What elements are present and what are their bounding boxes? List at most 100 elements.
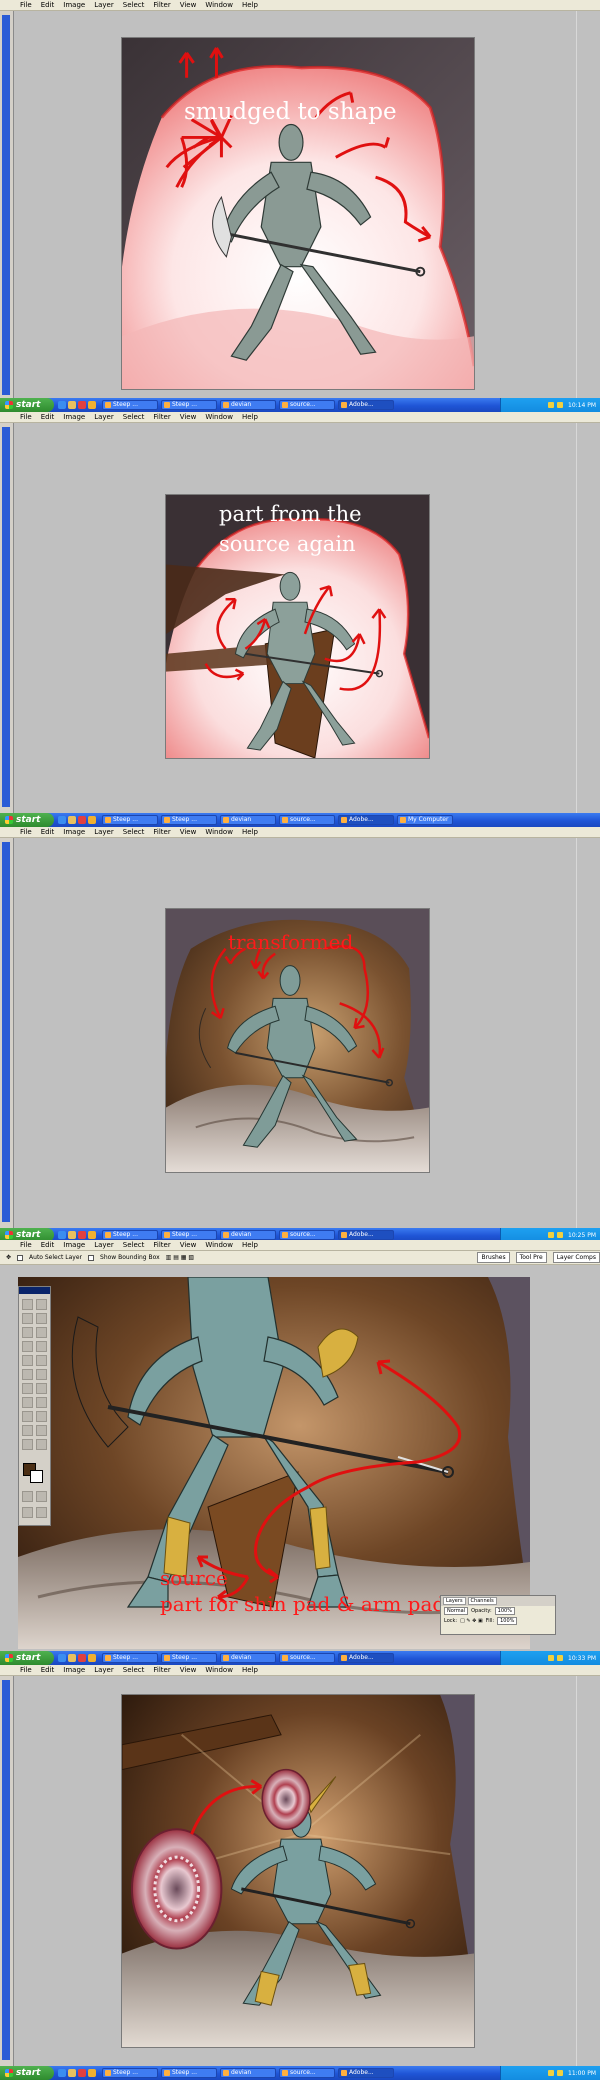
menu-image[interactable]: Image (63, 1240, 85, 1251)
artwork-canvas[interactable]: smudged to shape (121, 37, 475, 390)
desktop-icon[interactable] (68, 2069, 76, 2077)
background-color-swatch[interactable] (30, 1470, 43, 1483)
tray-network-icon[interactable] (548, 1232, 554, 1238)
desktop-icon[interactable] (68, 816, 76, 824)
tray-volume-icon[interactable] (557, 1232, 563, 1238)
menu-file[interactable]: File (20, 412, 32, 423)
start-button[interactable]: start (0, 1651, 54, 1665)
start-button[interactable]: start (0, 813, 54, 827)
menu-layer[interactable]: Layer (94, 1665, 114, 1676)
menu-edit[interactable]: Edit (41, 412, 55, 423)
menu-window[interactable]: Window (205, 1240, 233, 1251)
auto-select-checkbox[interactable] (17, 1254, 24, 1261)
blur-tool-icon[interactable] (22, 1383, 33, 1394)
menu-view[interactable]: View (180, 0, 197, 11)
taskbar-button-adobe[interactable]: Adobe... (338, 400, 394, 410)
slice-tool-icon[interactable] (36, 1327, 47, 1338)
taskbar-button-steep-2[interactable]: Steep ... (161, 2068, 217, 2078)
zoom-tool-icon[interactable] (36, 1439, 47, 1450)
taskbar-button-source[interactable]: source... (279, 400, 335, 410)
taskbar-button-source[interactable]: source... (279, 2068, 335, 2078)
eyedropper-tool-icon[interactable] (36, 1425, 47, 1436)
menu-filter[interactable]: Filter (153, 1665, 170, 1676)
quick-mask-icon[interactable] (22, 1491, 33, 1502)
palette-tab-brushes[interactable]: Brushes (477, 1252, 510, 1263)
taskbar-button-devian[interactable]: devian (220, 815, 276, 825)
lock-icons[interactable]: □ ✎ ✥ ▣ (460, 1618, 483, 1624)
menu-layer[interactable]: Layer (94, 1240, 114, 1251)
screen-mode-icon[interactable] (22, 1507, 33, 1518)
menu-filter[interactable]: Filter (153, 827, 170, 838)
menu-window[interactable]: Window (205, 1665, 233, 1676)
palette-tab-layer-comps[interactable]: Layer Comps (552, 1252, 600, 1263)
taskbar-button-adobe[interactable]: Adobe... (338, 2068, 394, 2078)
menu-image[interactable]: Image (63, 1665, 85, 1676)
standard-mode-icon[interactable] (36, 1491, 47, 1502)
menu-image[interactable]: Image (63, 827, 85, 838)
tool-palette-titlebar[interactable] (19, 1287, 50, 1294)
tray-network-icon[interactable] (548, 402, 554, 408)
tray-volume-icon[interactable] (557, 1655, 563, 1661)
jump-to-imageready-icon[interactable] (36, 1507, 47, 1518)
media-icon[interactable] (78, 2069, 86, 2077)
move-tool-icon[interactable]: ✥ (6, 1254, 11, 1261)
media-icon[interactable] (78, 816, 86, 824)
menu-view[interactable]: View (180, 1240, 197, 1251)
menu-view[interactable]: View (180, 1665, 197, 1676)
desktop-icon[interactable] (68, 401, 76, 409)
menu-edit[interactable]: Edit (41, 1665, 55, 1676)
taskbar-button-source[interactable]: source... (279, 1230, 335, 1240)
taskbar-button-devian[interactable]: devian (220, 400, 276, 410)
taskbar-button-adobe[interactable]: Adobe... (338, 1230, 394, 1240)
menu-window[interactable]: Window (205, 0, 233, 11)
taskbar-button-steep-2[interactable]: Steep ... (161, 400, 217, 410)
healing-brush-tool-icon[interactable] (22, 1341, 33, 1352)
ie-icon[interactable] (58, 1231, 66, 1239)
notes-tool-icon[interactable] (22, 1425, 33, 1436)
move-tool-icon[interactable] (36, 1299, 47, 1310)
palette-tab-tool-presets[interactable]: Tool Pre (515, 1252, 547, 1263)
menu-help[interactable]: Help (242, 1665, 258, 1676)
artwork-canvas[interactable]: transformed (165, 908, 430, 1173)
tray-volume-icon[interactable] (557, 402, 563, 408)
taskbar-button-source[interactable]: source... (279, 1653, 335, 1663)
align-icons[interactable]: ▥ ▤ ▦ ▧ (166, 1254, 194, 1261)
menu-select[interactable]: Select (123, 827, 145, 838)
opacity-field[interactable]: 100% (494, 1607, 515, 1615)
pen-tool-icon[interactable] (22, 1411, 33, 1422)
menu-help[interactable]: Help (242, 827, 258, 838)
desktop-icon[interactable] (68, 1654, 76, 1662)
taskbar-button-my-computer[interactable]: My Computer (397, 815, 453, 825)
ie-icon[interactable] (58, 2069, 66, 2077)
menu-filter[interactable]: Filter (153, 412, 170, 423)
menu-layer[interactable]: Layer (94, 827, 114, 838)
menu-edit[interactable]: Edit (41, 827, 55, 838)
start-button[interactable]: start (0, 1228, 54, 1240)
history-brush-tool-icon[interactable] (36, 1355, 47, 1366)
start-button[interactable]: start (0, 398, 54, 412)
crop-tool-icon[interactable] (22, 1327, 33, 1338)
menu-view[interactable]: View (180, 412, 197, 423)
taskbar-button-steep-2[interactable]: Steep ... (161, 815, 217, 825)
media-icon[interactable] (78, 1654, 86, 1662)
tab-layers[interactable]: Layers (443, 1597, 466, 1605)
taskbar-button-steep-2[interactable]: Steep ... (161, 1230, 217, 1240)
taskbar-button-steep-1[interactable]: Steep ... (102, 1230, 158, 1240)
menu-select[interactable]: Select (123, 1665, 145, 1676)
artwork-canvas[interactable] (121, 1694, 475, 2048)
menu-file[interactable]: File (20, 827, 32, 838)
taskbar-button-steep-1[interactable]: Steep ... (102, 815, 158, 825)
menu-edit[interactable]: Edit (41, 0, 55, 11)
menu-image[interactable]: Image (63, 412, 85, 423)
brush-tool-icon[interactable] (36, 1341, 47, 1352)
folder-icon[interactable] (88, 1654, 96, 1662)
menu-image[interactable]: Image (63, 0, 85, 11)
desktop-icon[interactable] (68, 1231, 76, 1239)
menu-layer[interactable]: Layer (94, 412, 114, 423)
path-select-tool-icon[interactable] (22, 1397, 33, 1408)
menu-file[interactable]: File (20, 0, 32, 11)
hand-tool-icon[interactable] (22, 1439, 33, 1450)
taskbar-button-steep-1[interactable]: Steep ... (102, 400, 158, 410)
tray-volume-icon[interactable] (557, 2070, 563, 2076)
fill-field[interactable]: 100% (497, 1617, 518, 1625)
